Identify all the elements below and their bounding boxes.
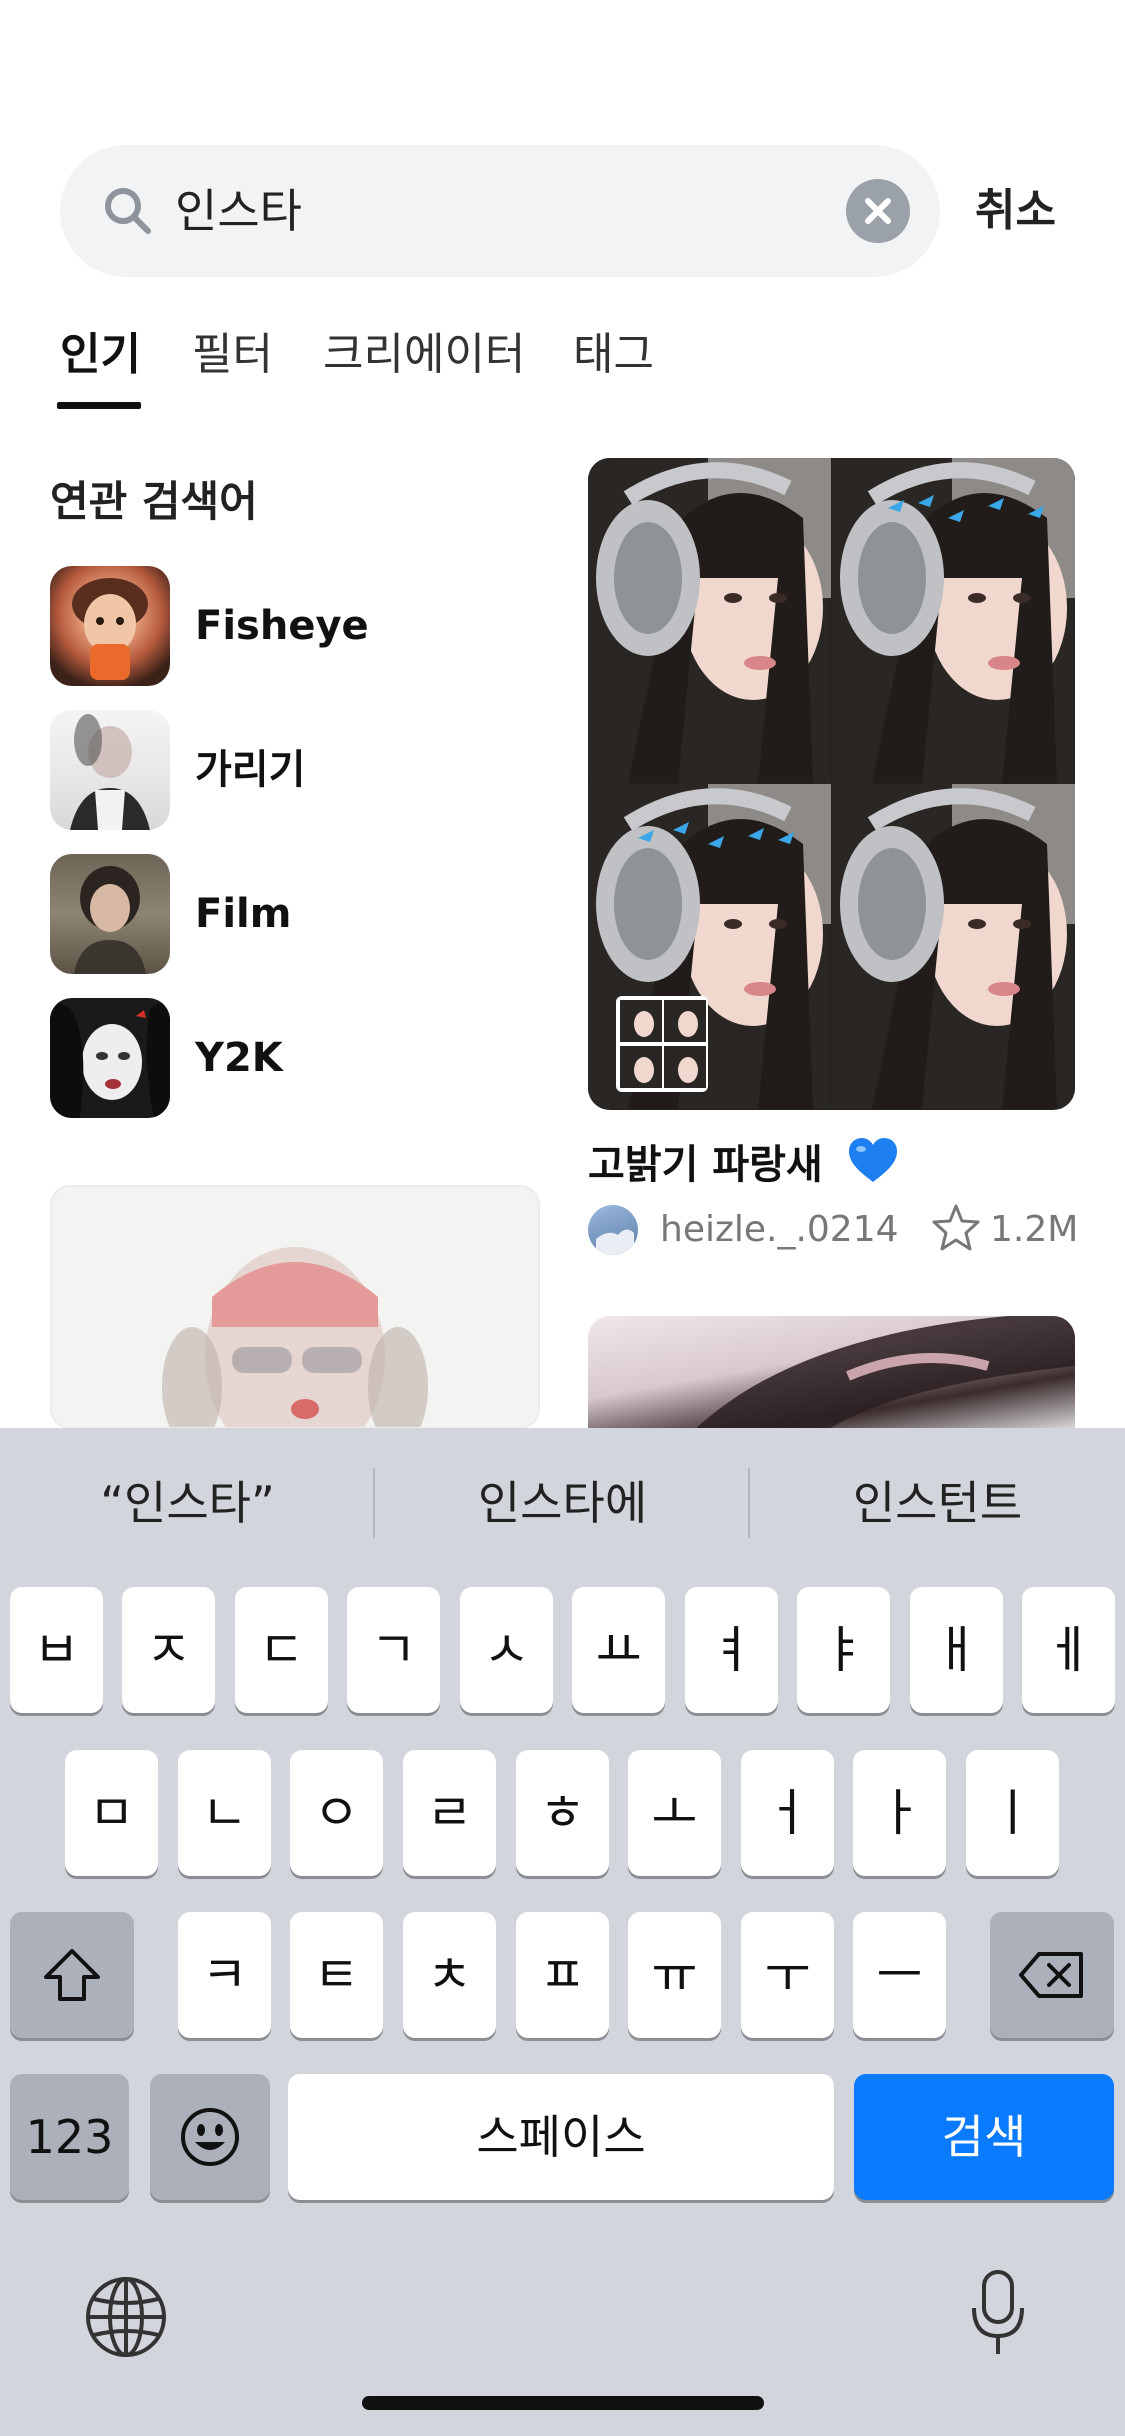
search-bar[interactable]: 인스타 (60, 145, 940, 277)
key-eu[interactable]: ㅡ (853, 1912, 946, 2038)
key-h[interactable]: ㅎ (516, 1750, 609, 1876)
author-avatar[interactable] (588, 1205, 638, 1255)
suggestion-3[interactable]: 인스턴트 (750, 1428, 1125, 1578)
related-item-y2k[interactable]: Y2K (50, 998, 530, 1118)
related-item-label: Fisheye (195, 603, 369, 649)
related-item-label: 가리기 (195, 747, 306, 793)
key-n[interactable]: ㄴ (178, 1750, 271, 1876)
key-s[interactable]: ㅅ (460, 1587, 553, 1713)
result-card-image (52, 1187, 538, 1427)
key-e[interactable]: ㅔ (1022, 1587, 1115, 1713)
star-icon[interactable] (930, 1202, 982, 1254)
related-item-fisheye[interactable]: Fisheye (50, 566, 530, 686)
result-card-main[interactable] (588, 458, 1075, 1110)
backspace-key[interactable] (990, 1912, 1114, 2038)
result-card-image (588, 458, 1075, 1110)
tab-creator[interactable]: 크리에이터 (323, 318, 525, 382)
globe-icon[interactable] (84, 2275, 168, 2359)
active-tab-indicator (57, 402, 141, 409)
related-thumbnail (50, 566, 170, 686)
key-a[interactable]: ㅏ (853, 1750, 946, 1876)
key-k[interactable]: ㅋ (178, 1912, 271, 2038)
suggestion-1[interactable]: “인스타” (0, 1428, 375, 1578)
key-ng[interactable]: ㅇ (290, 1750, 383, 1876)
key-m[interactable]: ㅁ (65, 1750, 158, 1876)
related-item-cover[interactable]: 가리기 (50, 710, 530, 830)
emoji-icon (181, 2108, 239, 2166)
space-key[interactable]: 스페이스 (288, 2074, 834, 2200)
blue-heart-icon (848, 1138, 897, 1182)
key-g[interactable]: ㄱ (347, 1587, 440, 1713)
app-screen: 인스타 취소 인기 필터 크리에이터 태그 연관 검색어 Fisheye 가리기… (0, 0, 1125, 2436)
result-card-title-text: 고밝기 파랑새 (588, 1142, 823, 1188)
key-d[interactable]: ㄷ (235, 1587, 328, 1713)
tab-tag[interactable]: 태그 (573, 318, 654, 382)
result-card-image (688, 1316, 1075, 1436)
key-ae[interactable]: ㅐ (910, 1587, 1003, 1713)
key-yeo[interactable]: ㅕ (685, 1587, 778, 1713)
close-icon (865, 198, 891, 224)
key-i[interactable]: ㅣ (966, 1750, 1059, 1876)
search-icon (105, 188, 151, 234)
numbers-key[interactable]: 123 (10, 2074, 129, 2200)
key-p[interactable]: ㅍ (516, 1912, 609, 2038)
related-item-label: Y2K (195, 1035, 283, 1081)
key-yu[interactable]: ㅠ (628, 1912, 721, 2038)
clear-search-button[interactable] (846, 179, 910, 243)
result-card-right-2[interactable] (588, 1316, 1075, 1436)
key-b[interactable]: ㅂ (10, 1587, 103, 1713)
backspace-icon (1019, 1952, 1083, 1998)
search-key[interactable]: 검색 (854, 2074, 1114, 2200)
shift-icon (44, 1949, 100, 2001)
cancel-button[interactable]: 취소 (975, 145, 1056, 277)
key-eo[interactable]: ㅓ (741, 1750, 834, 1876)
microphone-icon[interactable] (968, 2268, 1028, 2360)
related-thumbnail (50, 710, 170, 830)
shift-key[interactable] (10, 1912, 134, 2038)
tab-popular[interactable]: 인기 (60, 318, 141, 382)
result-card-left[interactable] (50, 1185, 540, 1429)
suggestion-2[interactable]: 인스타에 (375, 1428, 750, 1578)
search-input[interactable]: 인스타 (175, 145, 302, 277)
tab-filter[interactable]: 필터 (192, 318, 273, 382)
key-ya[interactable]: ㅑ (797, 1587, 890, 1713)
key-u[interactable]: ㅜ (741, 1912, 834, 2038)
related-searches-title: 연관 검색어 (50, 477, 258, 526)
key-r[interactable]: ㄹ (403, 1750, 496, 1876)
home-indicator (362, 2396, 764, 2410)
related-item-film[interactable]: Film (50, 854, 530, 974)
related-item-label: Film (195, 891, 292, 937)
key-j[interactable]: ㅈ (122, 1587, 215, 1713)
author-name[interactable]: heizle._.0214 (660, 1205, 899, 1255)
emoji-key[interactable] (150, 2074, 270, 2200)
related-thumbnail (50, 854, 170, 974)
key-ch[interactable]: ㅊ (403, 1912, 496, 2038)
key-yo[interactable]: ㅛ (572, 1587, 665, 1713)
key-o[interactable]: ㅗ (628, 1750, 721, 1876)
related-thumbnail (50, 998, 170, 1118)
key-t[interactable]: ㅌ (290, 1912, 383, 2038)
result-card-title: 고밝기 파랑새 (588, 1132, 899, 1190)
like-count: 1.2M (990, 1209, 1079, 1250)
